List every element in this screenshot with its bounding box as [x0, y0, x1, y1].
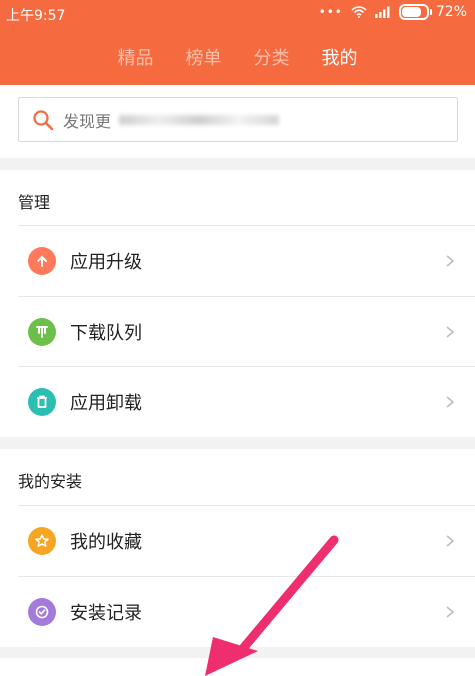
wifi-icon	[351, 6, 367, 18]
status-bar: 上午9:57 ••• 72%	[0, 0, 475, 28]
check-circle-icon	[28, 598, 56, 626]
tab-rankings[interactable]: 榜单	[186, 44, 222, 70]
list-item-install-history[interactable]: 安装记录	[0, 577, 475, 647]
search-input[interactable]: 发现更	[18, 97, 458, 142]
up-arrow-icon	[28, 247, 56, 275]
star-icon	[28, 527, 56, 555]
chevron-right-icon	[446, 326, 455, 338]
search-section: 发现更	[0, 85, 475, 158]
chevron-right-icon	[446, 255, 455, 267]
trash-icon	[28, 388, 56, 416]
chevron-right-icon	[446, 396, 455, 408]
battery-indicator: 72%	[398, 4, 467, 20]
chevron-right-icon	[446, 535, 455, 547]
app-header: 上午9:57 ••• 72% 精品 榜单 分类 我的	[0, 0, 475, 85]
list-item-label: 安装记录	[70, 603, 142, 624]
next-section	[0, 658, 475, 676]
section-title-installs: 我的安装	[18, 472, 83, 491]
search-placeholder: 发现更	[63, 111, 112, 131]
tab-mine[interactable]: 我的	[322, 44, 358, 70]
status-time: 上午9:57	[6, 8, 66, 24]
list-item-label: 我的收藏	[70, 532, 142, 553]
tab-categories[interactable]: 分类	[254, 44, 290, 70]
top-tabs: 精品 榜单 分类 我的	[0, 44, 475, 70]
list-item-label: 下载队列	[70, 323, 142, 344]
download-queue-icon	[28, 318, 56, 346]
battery-icon	[398, 4, 429, 20]
tab-featured[interactable]: 精品	[118, 44, 154, 70]
list-item-label: 应用卸载	[70, 393, 142, 414]
section-title-manage: 管理	[18, 193, 51, 212]
status-indicators: ••• 72%	[319, 4, 467, 20]
list-item-favorites[interactable]: 我的收藏	[0, 506, 475, 576]
search-icon	[33, 109, 54, 130]
chevron-right-icon	[446, 606, 455, 618]
signal-icon	[374, 6, 390, 18]
list-item-label: 应用升级	[70, 252, 142, 273]
battery-percent: 72%	[435, 4, 467, 20]
blurred-text	[119, 114, 280, 125]
list-item-app-upgrade[interactable]: 应用升级	[0, 226, 475, 296]
more-dots-icon: •••	[318, 5, 343, 19]
list-item-app-uninstall[interactable]: 应用卸载	[0, 367, 475, 437]
list-item-download-queue[interactable]: 下载队列	[0, 297, 475, 367]
